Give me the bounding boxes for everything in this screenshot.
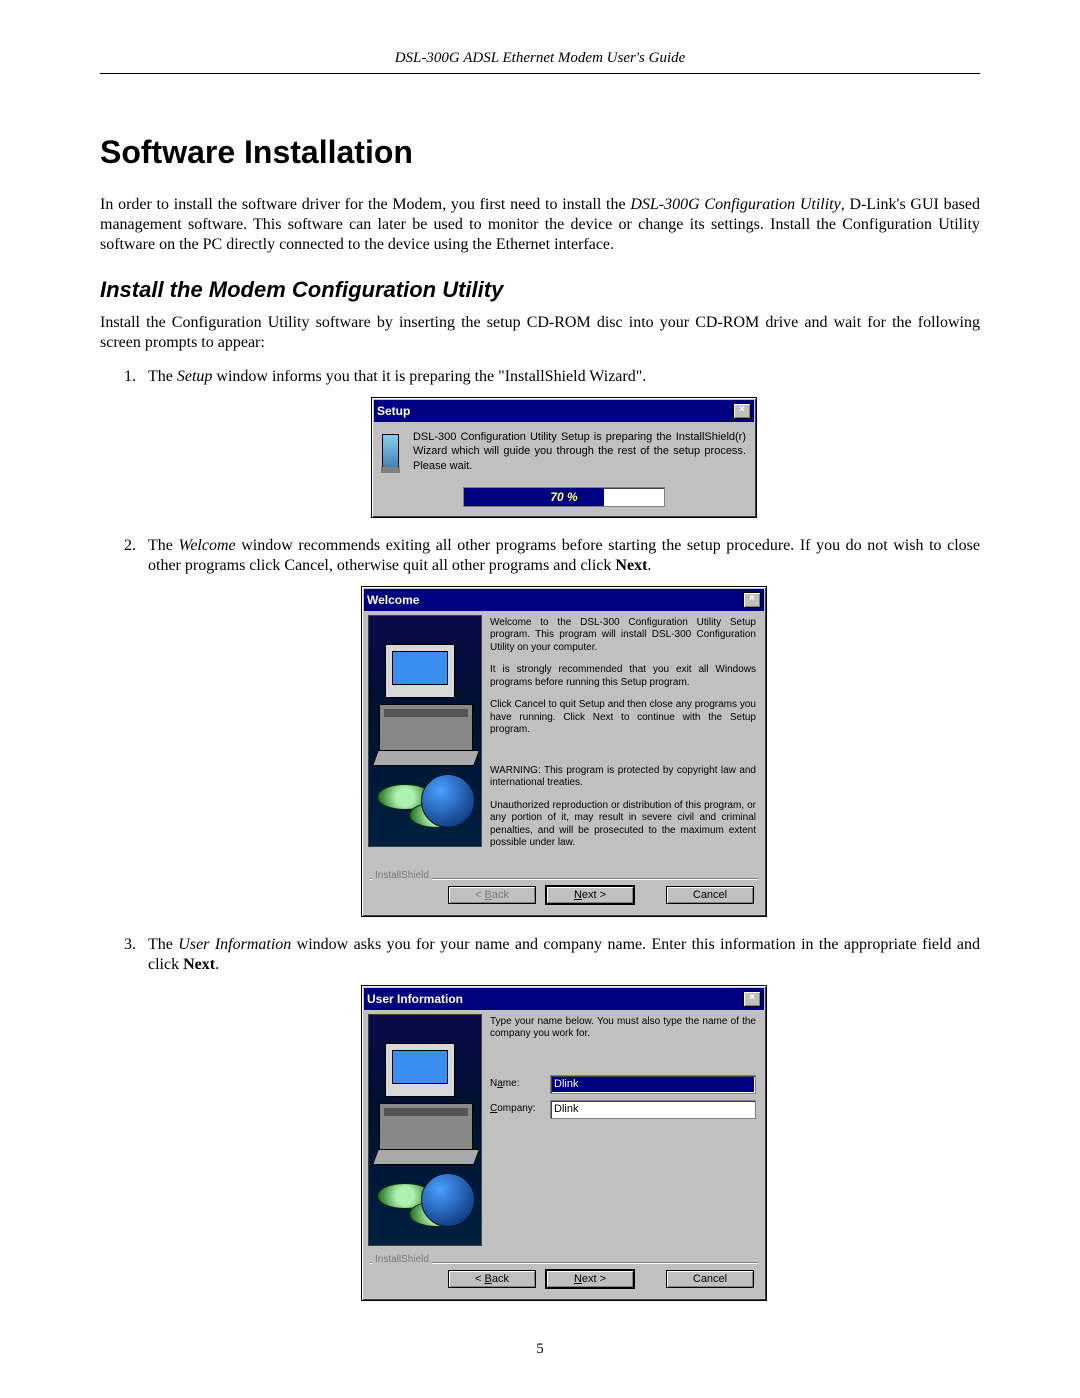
name-row: Name: Dlink (490, 1075, 756, 1094)
page: DSL-300G ADSL Ethernet Modem User's Guid… (0, 0, 1080, 1398)
titlebar: User Information × (364, 988, 764, 1010)
step-3: The User Information window asks you for… (140, 935, 980, 1301)
step-text: The User Information window asks you for… (148, 935, 980, 975)
setup-graphic (368, 1014, 482, 1246)
group-label: InstallShield (372, 1254, 432, 1265)
company-row: Company: Dlink (490, 1100, 756, 1119)
back-button: < Back (448, 886, 536, 904)
dialog-body: Type your name below. You must also type… (364, 1010, 764, 1250)
text-italic: DSL-300G Configuration Utility (630, 196, 840, 213)
dialog-body: DSL-300 Configuration Utility Setup is p… (374, 422, 754, 515)
running-header: DSL-300G ADSL Ethernet Modem User's Guid… (100, 50, 980, 74)
titlebar-text: User Information (367, 992, 743, 1006)
monitor-icon (385, 1043, 455, 1097)
page-title: Software Installation (100, 134, 980, 171)
text: Unauthorized reproduction or distributio… (490, 800, 756, 850)
keyboard-icon (372, 1149, 480, 1165)
cancel-button[interactable]: Cancel (666, 1270, 754, 1288)
text-italic: User Information (178, 936, 291, 953)
welcome-dialog-figure: Welcome × Welcome to th (148, 586, 980, 917)
text: . (215, 956, 219, 973)
text: Welcome to the DSL-300 Configuration Uti… (490, 617, 756, 655)
progress-label: 70 % (464, 488, 664, 506)
name-field[interactable]: Dlink (550, 1075, 756, 1094)
text: . (647, 557, 651, 574)
text-bold: Next (183, 956, 215, 973)
section-intro: Install the Configuration Utility softwa… (100, 313, 980, 353)
cancel-button[interactable]: Cancel (666, 886, 754, 904)
userinfo-dialog: User Information × Type (361, 985, 767, 1301)
text: Type your name below. You must also type… (490, 1016, 756, 1041)
tower-icon (379, 1103, 473, 1151)
titlebar-text: Setup (377, 404, 733, 418)
text-italic: Setup (177, 368, 213, 385)
close-icon[interactable]: × (743, 991, 761, 1007)
step-text: The Setup window informs you that it is … (148, 367, 980, 387)
gap (644, 886, 656, 904)
next-button[interactable]: Next > (546, 886, 634, 904)
page-number: 5 (100, 1341, 980, 1358)
keyboard-icon (372, 750, 480, 766)
globe-icon (421, 1173, 475, 1227)
step-text: The Welcome window recommends exiting al… (148, 536, 980, 576)
text: The (148, 368, 177, 385)
dialog-text: Type your name below. You must also type… (488, 1014, 760, 1246)
step-1: The Setup window informs you that it is … (140, 367, 980, 518)
userinfo-dialog-figure: User Information × Type (148, 985, 980, 1301)
step-2: The Welcome window recommends exiting al… (140, 536, 980, 917)
gap (644, 1270, 656, 1288)
text: In order to install the software driver … (100, 196, 630, 213)
text: Click Cancel to quit Setup and then clos… (490, 699, 756, 737)
button-row: < Back Next > Cancel (364, 880, 764, 914)
row: DSL-300 Configuration Utility Setup is p… (382, 430, 746, 473)
text: WARNING: This program is protected by co… (490, 765, 756, 790)
progress-bar: 70 % (463, 487, 665, 507)
text: The (148, 537, 178, 554)
close-icon[interactable]: × (743, 592, 761, 608)
setup-dialog: Setup × DSL-300 Configuration Utility Se… (371, 397, 757, 518)
setup-dialog-figure: Setup × DSL-300 Configuration Utility Se… (148, 397, 980, 518)
text-bold: Next (615, 557, 647, 574)
text: The (148, 936, 178, 953)
group-line: InstallShield (370, 1254, 758, 1264)
setup-message: DSL-300 Configuration Utility Setup is p… (413, 430, 746, 473)
setup-graphic (368, 615, 482, 847)
welcome-dialog: Welcome × Welcome to th (361, 586, 767, 917)
group-label: InstallShield (372, 870, 432, 881)
company-field[interactable]: Dlink (550, 1100, 756, 1119)
back-button[interactable]: < Back (448, 1270, 536, 1288)
titlebar: Setup × (374, 400, 754, 422)
button-row: < Back Next > Cancel (364, 1264, 764, 1298)
company-label: Company: (490, 1103, 544, 1116)
text: window informs you that it is preparing … (212, 368, 646, 385)
intro-paragraph: In order to install the software driver … (100, 195, 980, 255)
text: window recommends exiting all other prog… (148, 537, 980, 574)
name-label: Name: (490, 1078, 544, 1091)
titlebar: Welcome × (364, 589, 764, 611)
globe-icon (421, 774, 475, 828)
steps-list: The Setup window informs you that it is … (100, 367, 980, 1301)
group-line: InstallShield (370, 870, 758, 880)
computer-icon (382, 434, 399, 468)
tower-icon (379, 704, 473, 752)
section-heading: Install the Modem Configuration Utility (100, 277, 980, 303)
next-button[interactable]: Next > (546, 1270, 634, 1288)
dialog-text: Welcome to the DSL-300 Configuration Uti… (488, 615, 760, 862)
monitor-icon (385, 644, 455, 698)
text-italic: Welcome (178, 537, 235, 554)
titlebar-text: Welcome (367, 593, 743, 607)
text: It is strongly recommended that you exit… (490, 664, 756, 689)
dialog-body: Welcome to the DSL-300 Configuration Uti… (364, 611, 764, 866)
close-icon[interactable]: × (733, 403, 751, 419)
